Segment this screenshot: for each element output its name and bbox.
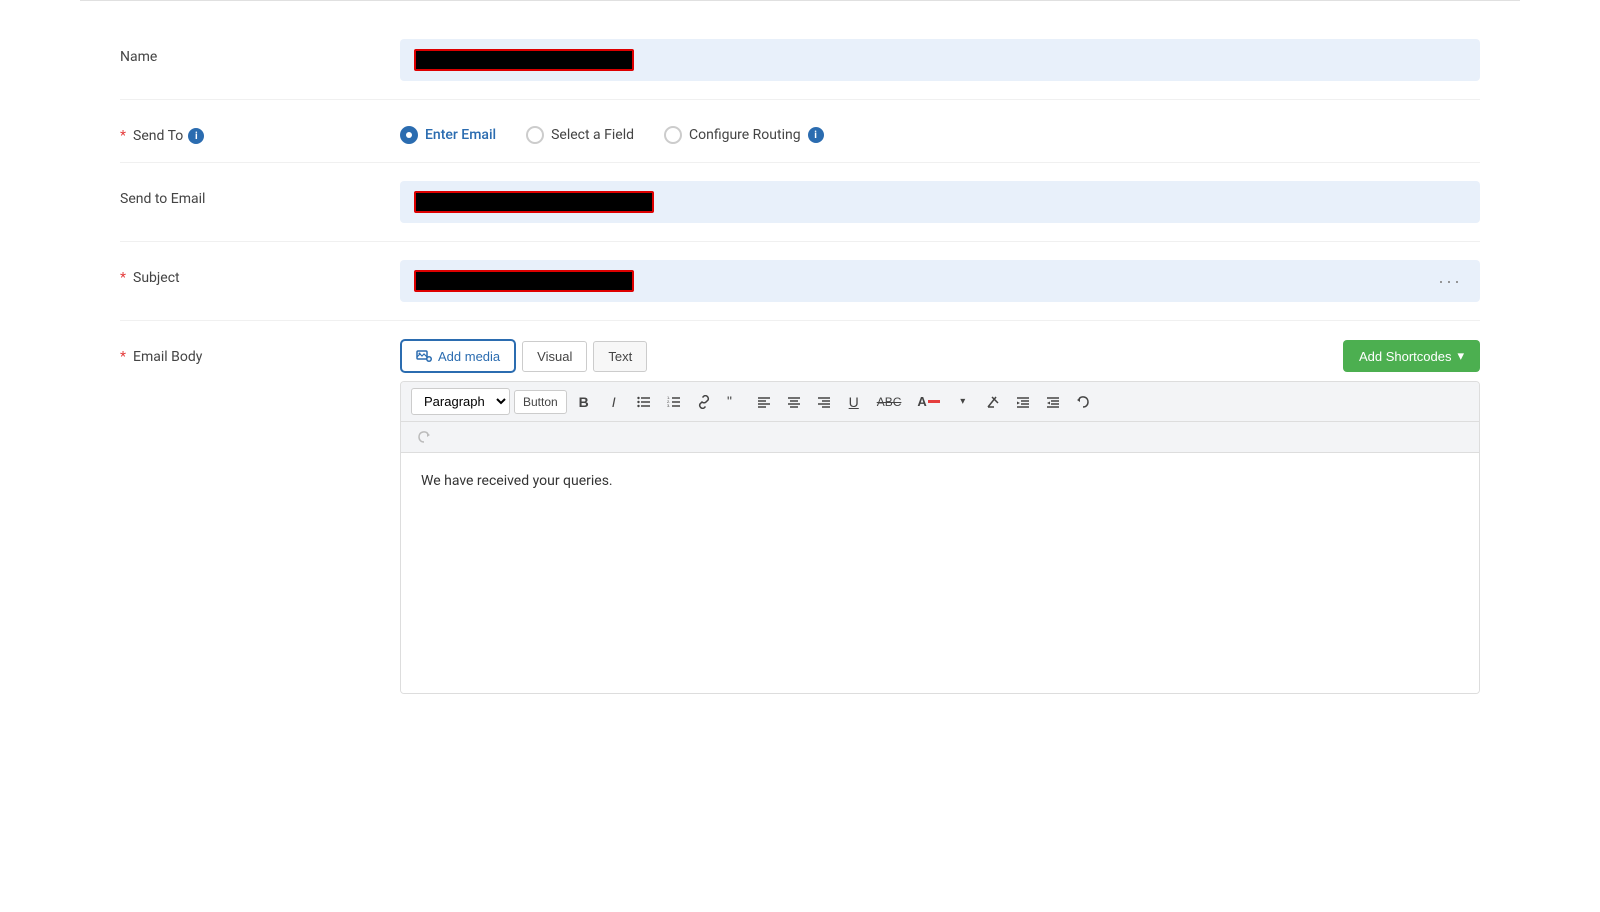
- send-to-email-label-text: Send to Email: [120, 191, 205, 207]
- send-to-email-field: [400, 181, 1480, 223]
- send-email-input-redacted[interactable]: [414, 191, 654, 213]
- align-left-icon: [757, 395, 771, 409]
- add-shortcodes-button[interactable]: Add Shortcodes ▾: [1343, 340, 1480, 372]
- required-asterisk: *: [120, 128, 126, 144]
- add-media-label: Add media: [438, 349, 500, 364]
- send-to-label-text: Send To: [133, 128, 183, 144]
- add-media-button[interactable]: Add media: [400, 339, 516, 373]
- blockquote-button[interactable]: ": [721, 391, 747, 413]
- align-right-button[interactable]: [811, 391, 837, 413]
- radio-enter-email-circle: [400, 126, 418, 144]
- font-color-bar: [928, 400, 940, 403]
- editor-container: Paragraph Button B I 1.2.3. ": [400, 381, 1480, 694]
- name-input-redacted[interactable]: [414, 49, 634, 71]
- email-body-label: * Email Body: [120, 339, 400, 365]
- editor-toolbar: Paragraph Button B I 1.2.3. ": [401, 382, 1479, 422]
- send-to-info-icon[interactable]: i: [188, 128, 204, 144]
- send-to-row: * Send To i Enter Email Select a Field C…: [120, 100, 1480, 163]
- email-body-required-asterisk: *: [120, 349, 126, 365]
- subject-field: ···: [400, 260, 1480, 302]
- radio-select-field-circle: [526, 126, 544, 144]
- subject-label: * Subject: [120, 260, 400, 286]
- subject-input-redacted[interactable]: [414, 270, 634, 292]
- outdent-icon: [1046, 395, 1060, 409]
- redo-icon: [417, 430, 431, 444]
- radio-options-group: Enter Email Select a Field Configure Rou…: [400, 118, 1480, 144]
- add-media-icon: [416, 348, 432, 364]
- italic-button[interactable]: I: [601, 390, 627, 414]
- underline-button[interactable]: U: [841, 390, 867, 414]
- font-color-a-icon: A: [917, 394, 926, 409]
- select-field-label: Select a Field: [551, 127, 634, 143]
- clear-format-icon: [986, 395, 1000, 409]
- outdent-button[interactable]: [1040, 391, 1066, 413]
- send-to-email-row: Send to Email: [120, 163, 1480, 242]
- subject-ellipsis-button[interactable]: ···: [1434, 271, 1466, 292]
- radio-enter-email[interactable]: Enter Email: [400, 126, 496, 144]
- editor-body[interactable]: We have received your queries.: [401, 453, 1479, 693]
- email-body-field: Add media Visual Text Add Shortcodes ▾ P…: [400, 339, 1480, 694]
- shortcodes-chevron-icon: ▾: [1457, 348, 1464, 364]
- ul-icon: [637, 395, 651, 409]
- send-email-wrap: [400, 181, 1480, 223]
- email-body-label-text: Email Body: [133, 349, 202, 365]
- radio-configure-routing-circle: [664, 126, 682, 144]
- blockquote-icon: ": [727, 395, 741, 409]
- redo-button[interactable]: [411, 426, 437, 448]
- link-icon: [697, 395, 711, 409]
- name-field: [400, 39, 1480, 81]
- font-color-button[interactable]: A: [911, 390, 945, 413]
- configure-routing-info-icon[interactable]: i: [808, 127, 824, 143]
- name-label-text: Name: [120, 49, 157, 65]
- subject-label-text: Subject: [133, 270, 180, 286]
- ol-icon: 1.2.3.: [667, 395, 681, 409]
- svg-text:": ": [727, 395, 732, 409]
- form-container: Name * Send To i Enter Email Select a Fi…: [80, 0, 1520, 732]
- radio-select-field[interactable]: Select a Field: [526, 126, 634, 144]
- subject-wrap: ···: [400, 260, 1480, 302]
- radio-configure-routing[interactable]: Configure Routing i: [664, 126, 824, 144]
- svg-text:3.: 3.: [667, 403, 670, 408]
- enter-email-label: Enter Email: [425, 127, 496, 143]
- editor-body-text: We have received your queries.: [421, 473, 1459, 489]
- indent-icon: [1016, 395, 1030, 409]
- subject-row: * Subject ···: [120, 242, 1480, 321]
- send-to-options-field: Enter Email Select a Field Configure Rou…: [400, 118, 1480, 144]
- name-row: Name: [120, 21, 1480, 100]
- indent-button[interactable]: [1010, 391, 1036, 413]
- unordered-list-button[interactable]: [631, 391, 657, 413]
- configure-routing-label: Configure Routing: [689, 127, 801, 143]
- text-tab-button[interactable]: Text: [593, 341, 647, 372]
- email-body-row: * Email Body Add media Visual: [120, 321, 1480, 712]
- add-shortcodes-label: Add Shortcodes: [1359, 349, 1452, 364]
- name-label: Name: [120, 39, 400, 65]
- paragraph-select[interactable]: Paragraph: [411, 388, 510, 415]
- ordered-list-button[interactable]: 1.2.3.: [661, 391, 687, 413]
- button-style-btn[interactable]: Button: [514, 390, 567, 414]
- link-button[interactable]: [691, 391, 717, 413]
- font-color-dropdown-button[interactable]: ▾: [950, 392, 976, 411]
- send-to-label: * Send To i: [120, 118, 400, 144]
- align-left-button[interactable]: [751, 391, 777, 413]
- undo-button[interactable]: [1070, 391, 1096, 413]
- align-center-icon: [787, 395, 801, 409]
- bold-button[interactable]: B: [571, 390, 597, 414]
- name-input-wrap: [400, 39, 1480, 81]
- visual-tab-button[interactable]: Visual: [522, 341, 587, 372]
- email-body-tools: Add media Visual Text Add Shortcodes ▾: [400, 339, 1480, 373]
- undo-icon: [1076, 395, 1090, 409]
- subject-required-asterisk: *: [120, 270, 126, 286]
- align-center-button[interactable]: [781, 391, 807, 413]
- editor-toolbar-row2: [401, 422, 1479, 453]
- clear-format-button[interactable]: [980, 391, 1006, 413]
- send-to-email-label: Send to Email: [120, 181, 400, 207]
- align-right-icon: [817, 395, 831, 409]
- strikethrough-button[interactable]: ABC: [871, 391, 908, 413]
